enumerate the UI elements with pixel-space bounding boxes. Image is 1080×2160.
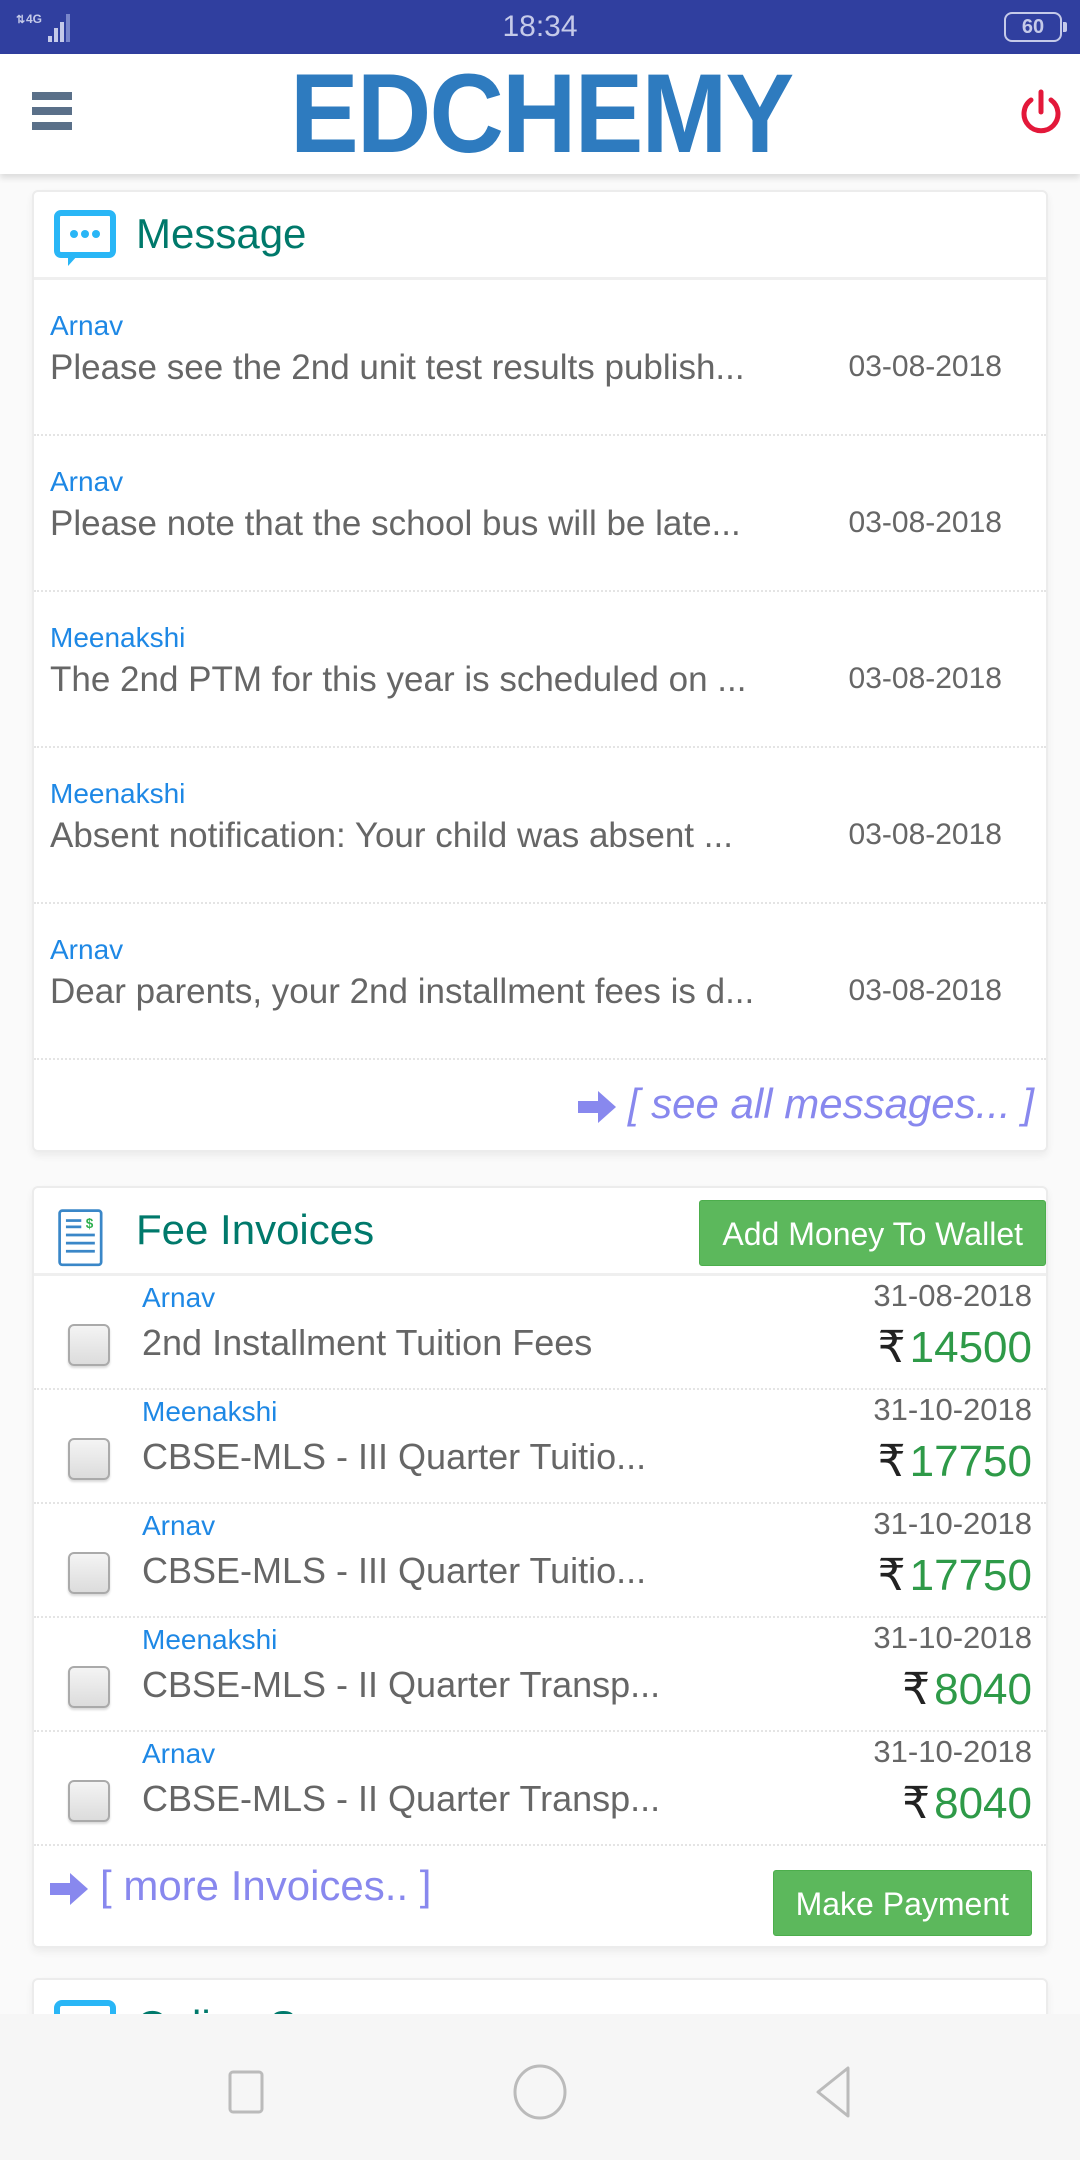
invoice-amount: ₹17750 <box>878 1436 1032 1487</box>
invoice-item[interactable]: Meenakshi CBSE-MLS - III Quarter Tuitio..… <box>34 1390 1046 1504</box>
dashboard-content[interactable]: Message Arnav Please see the 2nd unit tes… <box>0 174 1080 2014</box>
invoices-title: Fee Invoices <box>136 1206 375 1253</box>
invoice-list: Arnav 2nd Installment Tuition Fees 31-08-2… <box>34 1276 1046 1846</box>
message-item[interactable]: Meenakshi Absent notification: Your child… <box>34 748 1046 904</box>
invoice-checkbox[interactable] <box>68 1438 110 1480</box>
invoices-card-header: $ Fee Invoices Add Money To Wallet <box>34 1188 1046 1276</box>
power-icon[interactable] <box>1016 88 1066 138</box>
invoice-amount: ₹17750 <box>878 1550 1032 1601</box>
make-payment-button[interactable]: Make Payment <box>772 1870 1032 1936</box>
arrow-right-icon <box>50 1872 88 1905</box>
rupee-icon: ₹ <box>877 1551 906 1600</box>
chat-bubble-icon <box>54 210 116 266</box>
add-money-to-wallet-button[interactable]: Add Money To Wallet <box>699 1200 1046 1266</box>
back-triangle-icon[interactable] <box>804 2062 864 2122</box>
message-sender: Meenakshi <box>50 622 186 653</box>
status-bar: ⇅ 4G 18:34 60 <box>0 0 1080 54</box>
message-date: 03-08-2018 <box>848 662 1002 695</box>
message-sender: Meenakshi <box>50 778 186 809</box>
home-circle-icon[interactable] <box>510 2062 570 2122</box>
message-preview: Dear parents, your 2nd installment fees … <box>50 972 755 1011</box>
invoice-amount-value: 17750 <box>909 1437 1032 1486</box>
hamburger-menu-icon[interactable] <box>32 92 72 130</box>
message-date: 03-08-2018 <box>848 350 1002 383</box>
messages-card: Message Arnav Please see the 2nd unit tes… <box>32 190 1048 1152</box>
invoice-student: Arnav <box>142 1738 216 1769</box>
message-preview: Please note that the school bus will be … <box>50 504 741 543</box>
invoice-item[interactable]: Arnav 2nd Installment Tuition Fees 31-08-2… <box>34 1276 1046 1390</box>
invoice-checkbox[interactable] <box>68 1666 110 1708</box>
invoice-student: Arnav <box>142 1282 216 1313</box>
invoice-description: CBSE-MLS - II Quarter Transp... <box>142 1664 661 1705</box>
clock: 18:34 <box>502 10 578 43</box>
see-all-messages-link[interactable]: [ see all messages... ] <box>576 1080 1034 1128</box>
rupee-icon: ₹ <box>877 1437 906 1486</box>
message-item[interactable]: Arnav Dear parents, your 2nd installment … <box>34 904 1046 1060</box>
invoice-student: Meenakshi <box>142 1624 278 1655</box>
invoice-item[interactable]: Arnav CBSE-MLS - II Quarter Transp... 31-1… <box>34 1732 1046 1846</box>
fee-invoices-card: $ Fee Invoices Add Money To Wallet Arnav… <box>32 1186 1048 1948</box>
message-item[interactable]: Arnav Please see the 2nd unit test result… <box>34 280 1046 436</box>
message-sender: Arnav <box>50 466 124 497</box>
message-preview: Please see the 2nd unit test results pub… <box>50 348 745 387</box>
battery-icon: 60 <box>1004 12 1067 42</box>
invoice-due-date: 31-10-2018 <box>873 1392 1032 1427</box>
arrow-right-icon <box>577 1090 616 1123</box>
message-date: 03-08-2018 <box>848 974 1002 1007</box>
invoice-item[interactable]: Arnav CBSE-MLS - III Quarter Tuitio... 31-… <box>34 1504 1046 1618</box>
online-card-partial: Online S... <box>32 1978 1048 2014</box>
invoice-item[interactable]: Meenakshi CBSE-MLS - II Quarter Transp...… <box>34 1618 1046 1732</box>
invoice-amount: ₹8040 <box>902 1664 1032 1715</box>
message-preview: The 2nd PTM for this year is scheduled o… <box>50 660 747 699</box>
invoice-description: CBSE-MLS - III Quarter Tuitio... <box>142 1436 647 1477</box>
invoice-description: 2nd Installment Tuition Fees <box>142 1322 593 1363</box>
invoice-document-icon: $ <box>58 1209 103 1267</box>
rupee-icon: ₹ <box>877 1323 906 1372</box>
invoices-footer: [ more Invoices.. ] Make Payment <box>34 1846 1046 1946</box>
rupee-icon: ₹ <box>902 1665 931 1714</box>
app-header: EDCHEMY <box>0 54 1080 174</box>
invoice-due-date: 31-08-2018 <box>873 1278 1032 1313</box>
more-invoices-link[interactable]: [ more Invoices.. ] <box>48 1862 431 1910</box>
message-item[interactable]: Meenakshi The 2nd PTM for this year is sc… <box>34 592 1046 748</box>
message-sender: Arnav <box>50 934 124 965</box>
edchemy-logo: EDCHEMY <box>290 51 794 176</box>
message-item[interactable]: Arnav Please note that the school bus wil… <box>34 436 1046 592</box>
system-nav-bar <box>0 2014 1080 2160</box>
card-header-icon <box>54 2000 116 2014</box>
invoice-amount-value: 17750 <box>909 1551 1032 1600</box>
recents-square-icon[interactable] <box>216 2062 276 2122</box>
invoice-due-date: 31-10-2018 <box>873 1506 1032 1541</box>
messages-title: Message <box>136 210 307 257</box>
svg-text:$: $ <box>86 1216 94 1231</box>
message-preview: Absent notification: Your child was abse… <box>50 816 733 855</box>
see-all-row: [ see all messages... ] <box>34 1060 1046 1150</box>
messages-card-header: Message <box>34 192 1046 280</box>
invoice-checkbox[interactable] <box>68 1780 110 1822</box>
invoice-description: CBSE-MLS - II Quarter Transp... <box>142 1778 661 1819</box>
online-card-title: Online S... <box>136 2002 332 2014</box>
invoice-due-date: 31-10-2018 <box>873 1734 1032 1769</box>
invoice-amount-value: 8040 <box>934 1665 1032 1714</box>
rupee-icon: ₹ <box>902 1779 931 1828</box>
message-list: Arnav Please see the 2nd unit test result… <box>34 280 1046 1060</box>
invoice-amount: ₹8040 <box>902 1778 1032 1829</box>
message-sender: Arnav <box>50 310 124 341</box>
message-date: 03-08-2018 <box>848 506 1002 539</box>
invoice-due-date: 31-10-2018 <box>873 1620 1032 1655</box>
invoice-checkbox[interactable] <box>68 1324 110 1366</box>
invoice-amount: ₹14500 <box>878 1322 1032 1373</box>
invoice-amount-value: 8040 <box>934 1779 1032 1828</box>
invoice-student: Arnav <box>142 1510 216 1541</box>
message-date: 03-08-2018 <box>848 818 1002 851</box>
invoice-student: Meenakshi <box>142 1396 278 1427</box>
invoice-description: CBSE-MLS - III Quarter Tuitio... <box>142 1550 647 1591</box>
invoice-amount-value: 14500 <box>909 1323 1032 1372</box>
invoice-checkbox[interactable] <box>68 1552 110 1594</box>
